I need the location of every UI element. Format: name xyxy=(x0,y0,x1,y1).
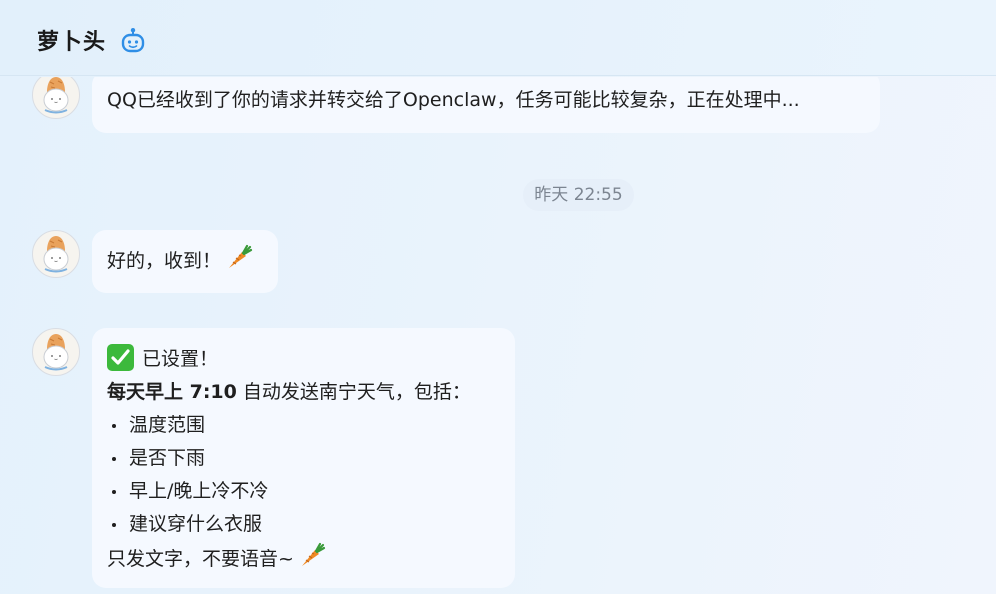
bullet-icon xyxy=(112,490,116,494)
list-item-text: 早上/晚上冷不冷 xyxy=(129,480,269,502)
robot-icon[interactable] xyxy=(120,27,146,53)
list-item: 是否下雨 xyxy=(107,442,500,475)
list-item-text: 建议穿什么衣服 xyxy=(129,513,263,535)
message-text: 好的，收到！ xyxy=(107,250,222,272)
bullet-icon xyxy=(112,523,116,527)
bot-avatar[interactable] xyxy=(32,77,80,119)
settings-confirm-line: 已设置！ xyxy=(107,343,500,376)
schedule-time: 每天早上 7:10 xyxy=(107,381,237,403)
message-bubble[interactable]: QQ已经收到了你的请求并转交给了Openclaw，任务可能比较复杂，正在处理中.… xyxy=(92,77,880,133)
carrot-emoji-icon xyxy=(298,541,326,580)
carrot-emoji-icon xyxy=(225,234,253,297)
bullet-icon xyxy=(112,457,116,461)
list-item: 建议穿什么衣服 xyxy=(107,508,500,541)
chat-title[interactable]: 萝卜头 xyxy=(37,24,106,56)
heading-text: 已设置！ xyxy=(142,348,219,370)
message-bubble[interactable]: 好的，收到！ xyxy=(92,230,278,293)
check-mark-icon xyxy=(107,344,134,371)
bullet-icon xyxy=(112,424,116,428)
schedule-line: 每天早上 7:10 自动发送南宁天气，包括： xyxy=(107,376,500,409)
bot-avatar[interactable] xyxy=(32,328,80,376)
footer-line: 只发文字，不要语音~ xyxy=(107,541,500,580)
message-list[interactable]: QQ已经收到了你的请求并转交给了Openclaw，任务可能比较复杂，正在处理中.… xyxy=(0,77,996,594)
chat-header: 萝卜头 xyxy=(0,0,996,76)
list-item: 温度范围 xyxy=(107,409,500,442)
footer-text: 只发文字，不要语音~ xyxy=(107,548,294,570)
schedule-desc: 自动发送南宁天气，包括： xyxy=(236,381,471,403)
timestamp-badge: 昨天 22:55 xyxy=(523,179,634,211)
message-bubble[interactable]: 已设置！ 每天早上 7:10 自动发送南宁天气，包括： 温度范围 是否下雨 早上… xyxy=(92,328,515,588)
message-text: QQ已经收到了你的请求并转交给了Openclaw，任务可能比较复杂，正在处理中.… xyxy=(107,89,800,111)
list-item-text: 是否下雨 xyxy=(129,447,206,469)
list-item: 早上/晚上冷不冷 xyxy=(107,475,500,508)
list-item-text: 温度范围 xyxy=(129,414,206,436)
bot-avatar[interactable] xyxy=(32,230,80,278)
